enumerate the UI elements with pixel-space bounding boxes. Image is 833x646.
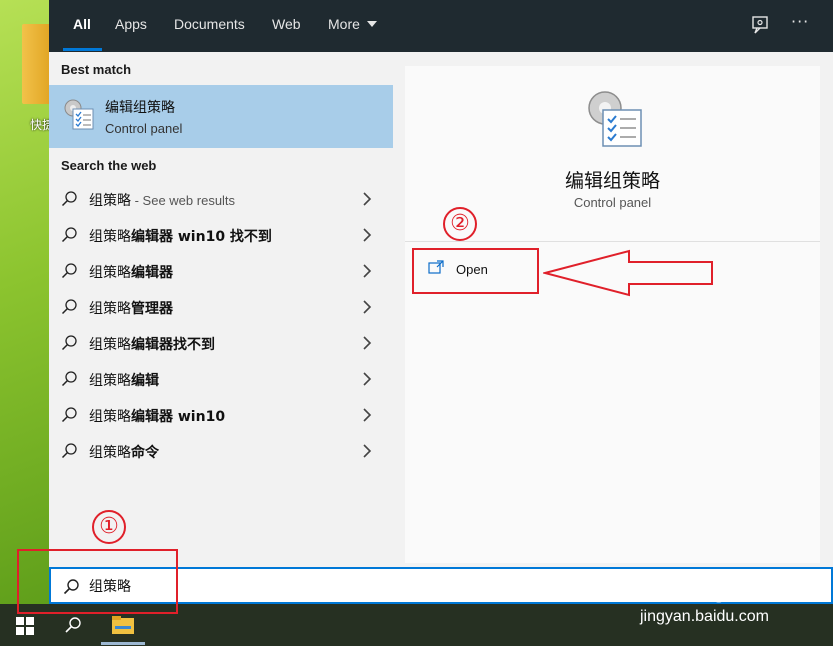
- search-icon: [61, 299, 77, 315]
- search-input[interactable]: [89, 575, 689, 597]
- web-result-text: 组策略命令: [89, 442, 159, 462]
- web-result-row[interactable]: 组策略编辑器找不到: [49, 325, 393, 361]
- web-result-text: 组策略编辑器 win10: [89, 406, 225, 426]
- tab-apps[interactable]: Apps: [115, 16, 147, 32]
- chevron-right-icon: [363, 372, 372, 386]
- search-tab-bar: All Apps Documents Web More ···: [49, 0, 833, 52]
- web-result-text: 组策略编辑: [89, 370, 159, 390]
- web-result-query: 组策略: [89, 229, 131, 245]
- search-icon: [61, 407, 77, 423]
- best-match-subtitle: Control panel: [105, 121, 183, 136]
- web-result-suggestion: 编辑器 win10 找不到: [131, 229, 272, 245]
- chevron-right-icon: [363, 408, 372, 422]
- windows-start-icon[interactable]: [16, 617, 34, 635]
- web-result-suggestion: 编辑器: [131, 265, 173, 281]
- web-result-query: 组策略: [89, 409, 131, 425]
- chevron-down-icon: [367, 21, 377, 27]
- group-policy-icon: [588, 91, 642, 147]
- search-icon: [61, 371, 77, 387]
- annotation-box-open: [412, 248, 539, 294]
- divider: [405, 241, 820, 242]
- search-icon: [61, 335, 77, 351]
- web-result-query: 组策略: [89, 445, 131, 461]
- web-result-suggestion: 编辑器 win10: [131, 409, 226, 425]
- active-app-indicator: [101, 642, 145, 645]
- best-match-heading: Best match: [61, 62, 132, 77]
- web-result-hint: - See web results: [131, 193, 236, 208]
- file-explorer-icon[interactable]: [111, 614, 135, 636]
- web-result-row[interactable]: 组策略 - See web results: [49, 181, 393, 217]
- annotation-step-1: ①: [92, 510, 126, 544]
- web-result-text: 组策略 - See web results: [89, 190, 235, 210]
- taskbar-search-icon[interactable]: [64, 616, 82, 634]
- feedback-icon[interactable]: [749, 14, 771, 36]
- baidu-watermark: Bai 经验 jingyan.baidu.com: [640, 572, 820, 628]
- web-result-suggestion: 编辑: [131, 373, 159, 389]
- annotation-step-2: ②: [443, 207, 477, 241]
- web-result-query: 组策略: [89, 337, 131, 353]
- web-result-text: 组策略管理器: [89, 298, 173, 318]
- best-match-name: 编辑组策略: [105, 100, 175, 116]
- web-result-text: 组策略编辑器: [89, 262, 173, 282]
- watermark-logo: Bai 经验: [640, 579, 739, 606]
- detail-pane: 编辑组策略 Control panel Open: [405, 66, 820, 563]
- tab-more[interactable]: More: [328, 16, 360, 32]
- chevron-right-icon: [363, 444, 372, 458]
- chevron-right-icon: [363, 300, 372, 314]
- search-icon: [61, 227, 77, 243]
- search-the-web-heading: Search the web: [61, 158, 157, 173]
- annotation-box-search: [17, 549, 178, 614]
- web-result-row[interactable]: 组策略管理器: [49, 289, 393, 325]
- search-icon: [61, 191, 77, 207]
- web-result-text: 组策略编辑器 win10 找不到: [89, 226, 272, 246]
- search-icon: [61, 263, 77, 279]
- web-result-query: 组策略: [89, 373, 131, 389]
- web-result-query: 组策略: [89, 265, 131, 281]
- desktop-folder-icon[interactable]: [22, 24, 52, 104]
- web-result-suggestion: 管理器: [131, 301, 173, 317]
- web-result-row[interactable]: 组策略编辑器 win10: [49, 397, 393, 433]
- web-result-query: 组策略: [89, 193, 131, 209]
- search-icon: [61, 443, 77, 459]
- chevron-right-icon: [363, 228, 372, 242]
- annotation-arrow: [543, 249, 713, 297]
- web-result-suggestion: 命令: [131, 445, 159, 461]
- chevron-right-icon: [363, 264, 372, 278]
- results-list: Best match 编辑组策略 Control panel Search th…: [49, 52, 393, 567]
- web-result-row[interactable]: 组策略编辑器: [49, 253, 393, 289]
- web-result-row[interactable]: 组策略编辑器 win10 找不到: [49, 217, 393, 253]
- web-result-suggestion: 编辑器找不到: [131, 337, 215, 353]
- tab-web[interactable]: Web: [272, 16, 301, 32]
- tab-all[interactable]: All: [73, 16, 91, 32]
- web-result-text: 组策略编辑器找不到: [89, 334, 215, 354]
- web-result-row[interactable]: 组策略命令: [49, 433, 393, 469]
- active-tab-indicator: [63, 48, 102, 51]
- detail-title: 编辑组策略: [564, 170, 660, 192]
- web-result-query: 组策略: [89, 301, 131, 317]
- chevron-right-icon: [363, 192, 372, 206]
- tab-documents[interactable]: Documents: [174, 16, 245, 32]
- best-match-result[interactable]: 编辑组策略 Control panel: [49, 85, 393, 148]
- group-policy-icon: [64, 99, 94, 130]
- chevron-right-icon: [363, 336, 372, 350]
- more-options-button[interactable]: ···: [791, 12, 809, 31]
- web-result-row[interactable]: 组策略编辑: [49, 361, 393, 397]
- watermark-url: jingyan.baidu.com: [640, 608, 769, 625]
